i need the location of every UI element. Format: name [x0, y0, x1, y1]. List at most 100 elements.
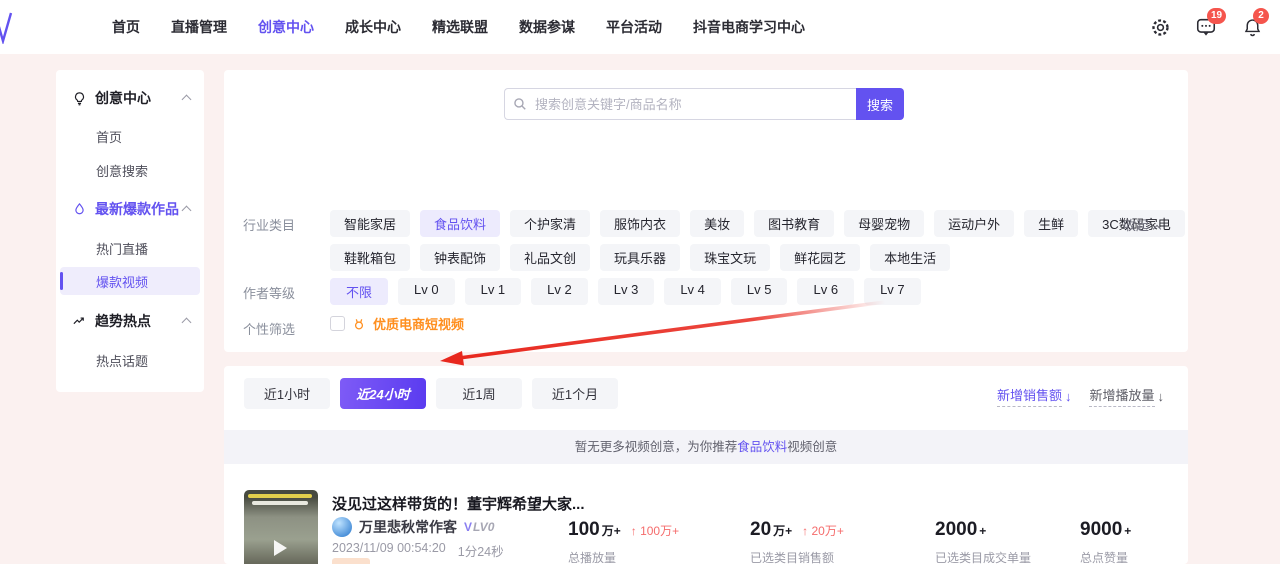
author-level[interactable]: Lv 3 [597, 278, 655, 305]
industry-tag[interactable]: 礼品文创 [510, 244, 591, 271]
industry-category-label: 行业类目 [243, 218, 296, 233]
author-level[interactable]: Lv 6 [797, 278, 855, 305]
arrow-down-icon: ↓ [1064, 388, 1072, 404]
sort-by-plays[interactable]: 新增播放量 ↓ [1089, 385, 1164, 407]
arrow-up-icon: ↑ [630, 524, 637, 538]
chevron-up-icon [181, 94, 192, 105]
sidebar-item-label: 创意搜索 [96, 163, 149, 179]
nav-item-data-advisor[interactable]: 数据参谋 [519, 17, 575, 37]
nav-item-featured-alliance[interactable]: 精选联盟 [432, 17, 488, 37]
creative-center-page: 首页 直播管理 创意中心 成长中心 精选联盟 数据参谋 平台活动 抖音电商学习中… [0, 0, 1280, 564]
nav-item-live-management[interactable]: 直播管理 [171, 17, 227, 37]
sort-by-sales[interactable]: 新增销售额 ↓ [996, 385, 1072, 407]
time-filter-1h[interactable]: 近1小时 [244, 378, 330, 409]
sidebar-item-home[interactable]: 首页 [56, 122, 204, 150]
bulb-icon [74, 91, 85, 105]
notice-prefix: 暂无更多视频创意，为你推荐 [574, 440, 738, 454]
messages-badge: 19 [1207, 8, 1227, 24]
industry-tag-row-2: 鞋靴箱包 钟表配饰 礼品文创 玩具乐器 珠宝文玩 鲜花园艺 本地生活 [330, 244, 951, 271]
play-icon [274, 540, 287, 556]
nav-item-growth-center[interactable]: 成长中心 [345, 17, 401, 37]
stat-unit: + [979, 524, 987, 538]
sidebar-group-creative-center[interactable]: 创意中心 [56, 84, 204, 112]
sidebar-group-label: 创意中心 [95, 90, 151, 106]
sidebar-item-hot-topics[interactable]: 热点话题 [56, 346, 204, 374]
author-level[interactable]: Lv 0 [398, 278, 455, 305]
industry-tag[interactable]: 智能家居 [330, 210, 411, 237]
author-level[interactable]: Lv 5 [730, 278, 788, 305]
stat-label: 已选类目成交单量 [935, 551, 1032, 564]
sidebar-item-label: 首页 [96, 129, 123, 145]
personal-filter-label: 个性筛选 [243, 322, 296, 337]
industry-tag[interactable]: 珠宝文玩 [690, 244, 771, 271]
industry-tag[interactable]: 鞋靴箱包 [330, 244, 411, 271]
nav-item-creative-center[interactable]: 创意中心 [258, 17, 314, 37]
messages-icon[interactable]: 19 [1194, 8, 1227, 39]
author-level-row: 不限 Lv 0 Lv 1 Lv 2 Lv 3 Lv 4 Lv 5 Lv 6 Lv… [330, 278, 921, 305]
stat-delta: ↑ 20万+ [802, 522, 844, 539]
search-input[interactable] [504, 88, 856, 120]
stat-label: 总播放量 [568, 551, 617, 564]
author-level[interactable]: Lv 7 [864, 278, 921, 305]
industry-tag[interactable]: 钟表配饰 [420, 244, 501, 271]
avatar[interactable] [332, 517, 352, 537]
search-icon [514, 98, 526, 110]
sidebar-group-latest-hits[interactable]: 最新爆款作品 [56, 195, 204, 223]
author-name[interactable]: 万里悲秋常作客 [359, 517, 457, 537]
notice-category-link[interactable]: 食品饮料 [737, 440, 787, 454]
quality-video-label[interactable]: 优质电商短视频 [373, 314, 464, 333]
video-thumbnail[interactable] [244, 490, 318, 564]
settings-gear-icon[interactable] [1148, 15, 1172, 39]
industry-tag[interactable]: 服饰内衣 [600, 210, 681, 237]
medal-icon [354, 318, 364, 329]
author-level[interactable]: Lv 1 [464, 278, 522, 305]
sort-group: 新增销售额 ↓ 新增播放量 ↓ [996, 385, 1164, 407]
filter-card: 搜索 行业类目 智能家居 食品饮料 个护家清 服饰内衣 美妆 图书教育 母婴宠物… [224, 70, 1188, 410]
industry-tag[interactable]: 个护家清 [510, 210, 591, 237]
stat-unit: 万+ [773, 524, 793, 538]
author-level[interactable]: Lv 4 [664, 278, 721, 305]
nav-item-home[interactable]: 首页 [112, 17, 140, 37]
time-filter-24h[interactable]: 近24小时 [340, 378, 426, 409]
sidebar-item-hot-videos[interactable]: 爆款视频 [60, 267, 200, 295]
industry-tag[interactable]: 运动户外 [934, 210, 1015, 237]
nav-menu: 首页 直播管理 创意中心 成长中心 精选联盟 数据参谋 平台活动 抖音电商学习中… [112, 17, 805, 37]
industry-tag[interactable]: 生鲜 [1024, 210, 1079, 237]
video-title[interactable]: 没见过这样带货的！董宇辉希望大家... [332, 493, 585, 514]
arrow-up-icon: ↑ [802, 524, 809, 538]
collapse-link[interactable]: 收起 [1123, 215, 1162, 234]
drop-icon [75, 202, 84, 214]
nav-item-learning-center[interactable]: 抖音电商学习中心 [693, 17, 805, 37]
author-level-unlimited[interactable]: 不限 [330, 278, 389, 305]
time-filter-1m[interactable]: 近1个月 [532, 378, 618, 409]
sidebar-item-creative-search[interactable]: 创意搜索 [56, 156, 204, 184]
top-navbar: 首页 直播管理 创意中心 成长中心 精选联盟 数据参谋 平台活动 抖音电商学习中… [0, 0, 1280, 54]
nav-item-platform-activities[interactable]: 平台活动 [606, 17, 662, 37]
industry-tag[interactable]: 玩具乐器 [600, 244, 681, 271]
video-tag-fragment [332, 558, 370, 564]
industry-tag[interactable]: 本地生活 [870, 244, 951, 271]
industry-tag-selected[interactable]: 食品饮料 [420, 210, 501, 237]
trend-icon [73, 316, 84, 324]
industry-tag[interactable]: 鲜花园艺 [780, 244, 861, 271]
stat-category-sales: 20 万+ ↑ 20万+ 已选类目销售额 [750, 519, 844, 564]
industry-tag[interactable]: 母婴宠物 [844, 210, 925, 237]
author-level-badge: V LV0 [464, 520, 494, 534]
search-button[interactable]: 搜索 [856, 88, 904, 120]
sidebar-group-trends[interactable]: 趋势热点 [56, 307, 204, 335]
industry-tag[interactable]: 美妆 [690, 210, 745, 237]
author-level[interactable]: Lv 2 [531, 278, 588, 305]
quality-video-checkline: 优质电商短视频 [330, 314, 464, 333]
notifications-bell-icon[interactable]: 2 [1240, 8, 1269, 39]
sidebar-item-label: 热点话题 [96, 353, 149, 369]
sidebar: 创意中心 首页 创意搜索 最新爆款作品 热门直播 爆款视频 趋势热点 热点话题 [56, 70, 204, 392]
stat-value: 9000 [1080, 519, 1123, 540]
stat-value: 2000 [935, 519, 978, 540]
sidebar-item-hot-live[interactable]: 热门直播 [56, 234, 204, 262]
sidebar-item-label: 热门直播 [96, 241, 149, 257]
industry-tag[interactable]: 图书教育 [754, 210, 835, 237]
video-duration: 1分24秒 [457, 545, 504, 559]
quality-video-checkbox[interactable] [330, 316, 345, 331]
video-author-row: 万里悲秋常作客 V LV0 [332, 517, 494, 537]
time-filter-1w[interactable]: 近1周 [436, 378, 522, 409]
